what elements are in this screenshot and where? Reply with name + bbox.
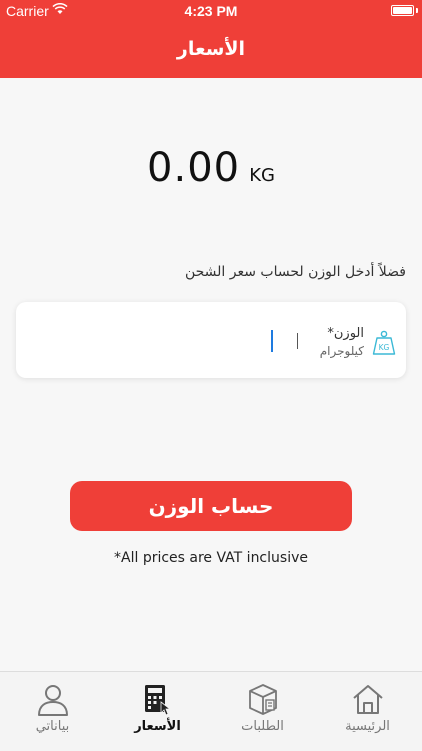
tab-orders[interactable]: الطلبات — [210, 672, 315, 751]
user-icon — [38, 685, 68, 716]
tab-prices-label: الأسعار — [134, 719, 181, 734]
weight-input[interactable] — [36, 326, 270, 358]
calculator-icon — [145, 685, 172, 716]
calculate-weight-button[interactable]: حساب الوزن — [70, 481, 352, 531]
home-icon — [353, 685, 383, 714]
tab-prices[interactable]: الأسعار — [105, 672, 210, 751]
clock: 4:23 PM — [184, 3, 238, 19]
status-bar: Carrier 4:23 PM — [0, 0, 422, 22]
weight-field-label: الوزن* — [327, 326, 364, 341]
vat-note: *All prices are VAT inclusive — [114, 550, 308, 566]
tab-orders-label: الطلبات — [241, 719, 284, 734]
tab-home[interactable]: الرئيسية — [315, 672, 420, 751]
weight-unit: KG — [249, 165, 275, 186]
battery-tip — [416, 8, 418, 13]
text-cursor — [271, 330, 273, 352]
header-bar: Carrier 4:23 PM الأسعار — [0, 0, 422, 78]
page-title: الأسعار — [176, 38, 246, 60]
box-icon — [249, 684, 277, 715]
tab-bar: بياناتي الأسعار الطلبات الرئيسية — [0, 671, 422, 751]
tab-profile[interactable]: بياناتي — [0, 672, 105, 751]
tab-profile-label: بياناتي — [35, 719, 70, 734]
instruction-text: فضلاً أدخل الوزن لحساب سعر الشحن — [184, 264, 406, 280]
weight-value: 0.00 — [147, 145, 241, 191]
tab-home-label: الرئيسية — [345, 719, 390, 734]
field-divider — [297, 333, 298, 349]
weight-display: 0.00 KG — [0, 145, 422, 191]
kg-weight-icon: KG — [372, 330, 396, 355]
weight-input-card[interactable]: KG الوزن* كيلوجرام — [16, 302, 406, 378]
battery-icon — [391, 5, 414, 16]
weight-field-unit: كيلوجرام — [319, 344, 364, 358]
kg-icon-text: KG — [379, 343, 390, 352]
